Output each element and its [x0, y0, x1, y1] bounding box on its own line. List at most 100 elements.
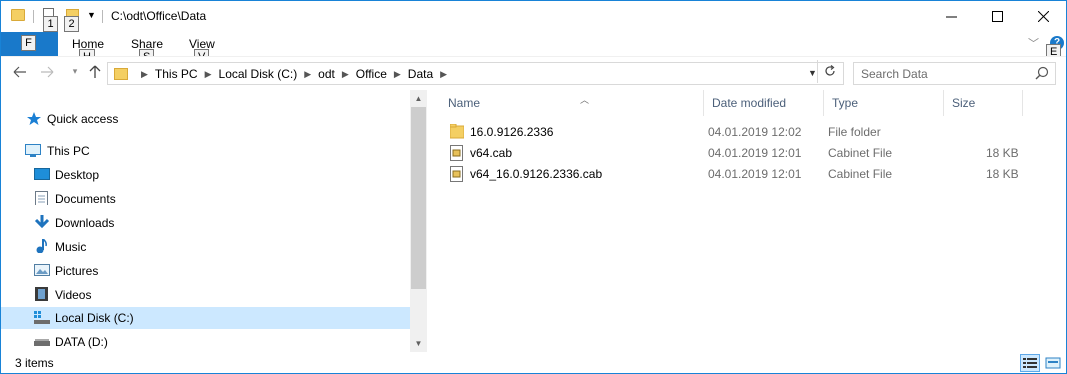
- file-name[interactable]: v64_16.0.9126.2336.cab: [470, 167, 602, 181]
- breadcrumb-odt[interactable]: odt: [318, 67, 335, 81]
- large-icons-view-button[interactable]: [1043, 354, 1063, 372]
- computer-icon: [25, 144, 41, 157]
- nav-label: Pictures: [55, 264, 99, 278]
- forward-button[interactable]: [39, 65, 55, 81]
- nav-label: Videos: [55, 288, 92, 302]
- nav-this-pc[interactable]: This PC: [1, 140, 410, 162]
- breadcrumb-this-pc[interactable]: This PC: [155, 67, 198, 81]
- customize-toolbar-icon[interactable]: ▼: [87, 10, 96, 20]
- back-arrow-icon: [13, 66, 26, 78]
- breadcrumb-data[interactable]: Data: [408, 67, 433, 81]
- column-header-size[interactable]: Size: [944, 90, 1023, 116]
- close-button[interactable]: [1020, 1, 1066, 32]
- chevron-right-icon[interactable]: ▶: [205, 69, 212, 80]
- back-button[interactable]: [12, 65, 28, 81]
- column-header-size-label: Size: [952, 96, 976, 110]
- chevron-right-icon[interactable]: ▶: [440, 69, 447, 80]
- nav-data-d[interactable]: DATA (D:): [1, 331, 410, 353]
- tab-file[interactable]: F: [1, 32, 58, 56]
- documents-icon: [35, 191, 48, 205]
- sort-ascending-icon: ︿: [580, 95, 590, 105]
- nav-local-disk-c[interactable]: Local Disk (C:): [1, 307, 410, 329]
- nav-desktop[interactable]: Desktop: [1, 164, 410, 186]
- chevron-right-icon[interactable]: ▶: [304, 69, 311, 80]
- nav-label: Local Disk (C:): [55, 311, 134, 325]
- keytip-2: 2: [64, 16, 79, 32]
- nav-downloads[interactable]: Downloads: [1, 212, 410, 234]
- file-name[interactable]: 16.0.9126.2336: [470, 125, 553, 139]
- navigation-bar: ▾ ▶ This PC ▶ Local Disk (C:) ▶ odt ▶ Of…: [1, 56, 1066, 90]
- nav-videos[interactable]: Videos: [1, 284, 410, 306]
- nav-quick-access[interactable]: Quick access: [1, 108, 410, 130]
- nav-label: This PC: [47, 144, 90, 158]
- status-bar: 3 items: [1, 352, 1066, 373]
- explorer-window: 1 2 ▼ C:\odt\Office\Data F Home H Share …: [0, 0, 1067, 374]
- column-header-name-label: Name: [448, 96, 481, 110]
- chevron-right-icon[interactable]: ▶: [141, 69, 148, 80]
- large-icons-view-icon: [1045, 357, 1061, 369]
- downloads-icon: [34, 215, 50, 229]
- cabinet-file-icon: [450, 166, 463, 182]
- navigation-pane: Quick access This PC Desktop Documents D…: [1, 90, 427, 352]
- nav-label: Quick access: [47, 112, 119, 126]
- breadcrumb-office[interactable]: Office: [356, 67, 387, 81]
- details-view-button[interactable]: [1020, 354, 1040, 372]
- folder-icon: [450, 124, 464, 139]
- column-header-date[interactable]: Date modified: [704, 90, 824, 116]
- file-type: File folder: [828, 125, 881, 139]
- file-list: Name ︿ Date modified Type Size 16.0.9126…: [428, 90, 1066, 352]
- maximize-button[interactable]: [974, 1, 1020, 32]
- close-icon: [1037, 11, 1049, 22]
- chevron-right-icon[interactable]: ▶: [394, 69, 401, 80]
- file-row[interactable]: v64_16.0.9126.2336.cab 04.01.2019 12:01 …: [440, 164, 1019, 185]
- window-title: C:\odt\Office\Data: [111, 9, 207, 23]
- nav-pictures[interactable]: Pictures: [1, 260, 410, 282]
- search-input[interactable]: [854, 63, 1029, 84]
- nav-label: Downloads: [55, 216, 115, 230]
- scroll-thumb[interactable]: [411, 107, 426, 289]
- pictures-icon: [34, 264, 50, 276]
- star-icon: [27, 112, 41, 125]
- keytip-1: 1: [43, 16, 58, 32]
- search-box[interactable]: [853, 62, 1056, 85]
- folder-icon: [11, 9, 25, 21]
- forward-arrow-icon: [41, 66, 54, 78]
- cabinet-file-icon: [450, 145, 463, 161]
- file-type: Cabinet File: [828, 146, 893, 160]
- search-icon[interactable]: [1035, 66, 1049, 80]
- file-type: Cabinet File: [828, 167, 893, 181]
- breadcrumb-local-disk[interactable]: Local Disk (C:): [219, 67, 298, 81]
- file-date: 04.01.2019 12:01: [708, 146, 802, 160]
- breadcrumb: ▶ This PC ▶ Local Disk (C:) ▶ odt ▶ Offi…: [134, 66, 454, 82]
- nav-scrollbar[interactable]: ▲ ▼: [410, 90, 427, 352]
- details-view-icon: [1023, 358, 1037, 368]
- minimize-button[interactable]: [928, 1, 974, 32]
- music-icon: [36, 239, 47, 253]
- column-header-date-label: Date modified: [712, 96, 787, 110]
- nav-music[interactable]: Music: [1, 236, 410, 258]
- folder-icon: [114, 68, 128, 80]
- videos-icon: [35, 287, 48, 301]
- address-bar[interactable]: ▶ This PC ▶ Local Disk (C:) ▶ odt ▶ Offi…: [107, 62, 844, 85]
- recent-locations-button[interactable]: ▾: [67, 66, 83, 77]
- item-count: 3 items: [15, 356, 54, 370]
- expand-ribbon-icon[interactable]: ﹀: [1028, 35, 1039, 51]
- nav-documents[interactable]: Documents: [1, 188, 410, 210]
- chevron-right-icon[interactable]: ▶: [342, 69, 349, 80]
- title-bar: 1 2 ▼ C:\odt\Office\Data: [1, 1, 1066, 32]
- refresh-button[interactable]: [817, 60, 841, 83]
- scroll-up-icon[interactable]: ▲: [410, 90, 427, 107]
- column-header-type[interactable]: Type: [824, 90, 944, 116]
- file-name[interactable]: v64.cab: [470, 146, 512, 160]
- desktop-icon: [34, 168, 50, 180]
- drive-icon: [34, 339, 50, 346]
- address-history-icon[interactable]: ▼: [808, 68, 817, 78]
- column-header-type-label: Type: [832, 96, 859, 110]
- divider: [33, 10, 34, 23]
- scroll-down-icon[interactable]: ▼: [410, 335, 427, 352]
- file-row[interactable]: 16.0.9126.2336 04.01.2019 12:02 File fol…: [440, 122, 881, 143]
- file-row[interactable]: v64.cab 04.01.2019 12:01 Cabinet File 18…: [440, 143, 1019, 164]
- up-button[interactable]: [87, 65, 103, 82]
- column-header-name[interactable]: Name ︿: [440, 90, 704, 116]
- refresh-icon: [824, 65, 835, 76]
